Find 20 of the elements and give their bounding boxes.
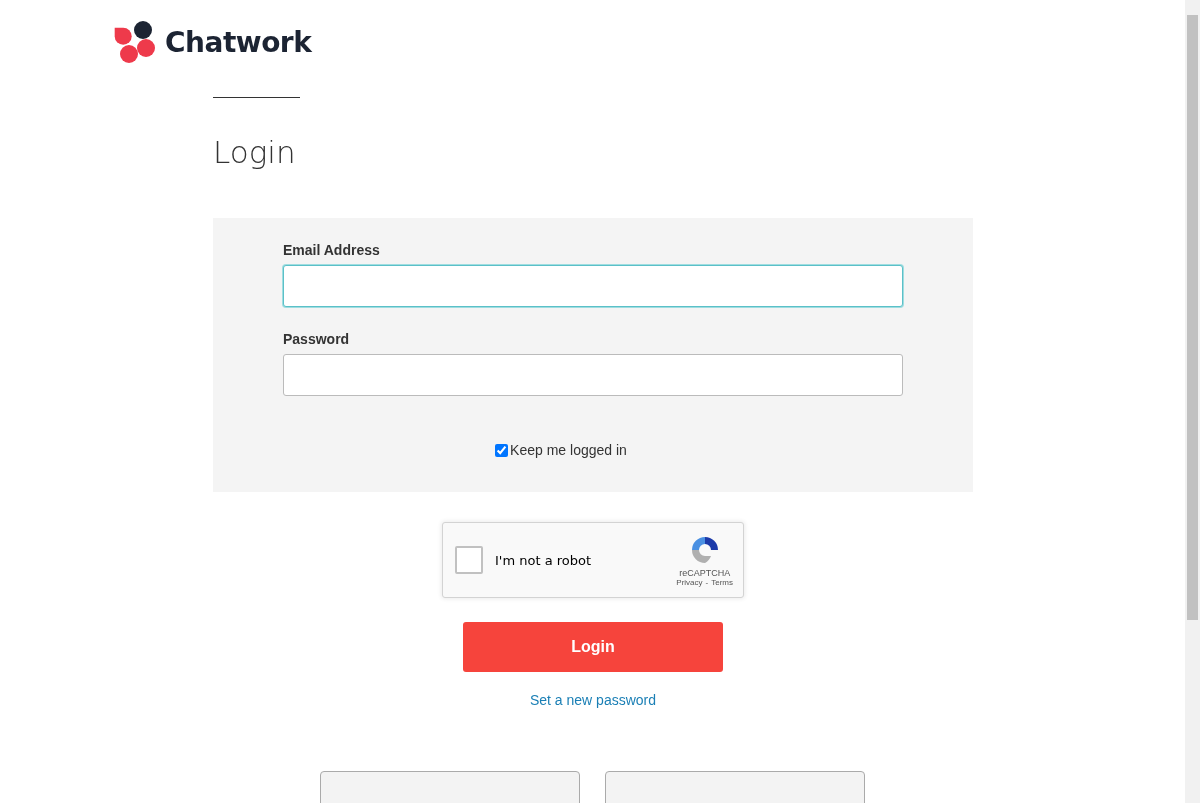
- terms-link[interactable]: Terms: [711, 577, 733, 587]
- scrollbar[interactable]: [1185, 0, 1200, 803]
- captcha-label: I'm not a robot: [495, 552, 593, 568]
- input-field[interactable]: [283, 354, 903, 396]
- remember-checkbox[interactable]: [495, 443, 509, 457]
- page-title: Login: [213, 134, 297, 170]
- field-label: Email Address: [283, 242, 381, 258]
- login-button[interactable]: Login: [463, 622, 723, 672]
- captcha-brand: reCAPTCHA: [679, 567, 731, 578]
- separator-text: -: [705, 577, 709, 587]
- logo-text: Chatwork: [165, 25, 312, 59]
- captcha-checkbox[interactable]: [455, 546, 483, 574]
- logo-icon: [113, 20, 157, 64]
- reset-password-link[interactable]: Set a new password: [529, 692, 657, 708]
- remember-label: Keep me logged in: [510, 442, 627, 458]
- login-option-button[interactable]: [320, 771, 580, 803]
- login-option-button[interactable]: [605, 771, 865, 803]
- field-label: Password: [283, 331, 351, 347]
- input-field[interactable]: [283, 265, 903, 307]
- privacy-link[interactable]: Privacy: [676, 577, 703, 587]
